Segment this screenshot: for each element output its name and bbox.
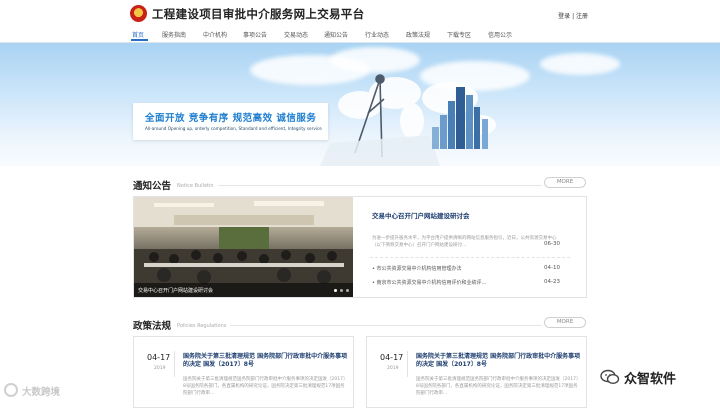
nav-item-service-guide[interactable]: 服务指南 <box>162 30 186 39</box>
notice-more-button[interactable]: MORE <box>544 177 586 188</box>
watermark-left: 大数跨境 <box>22 387 61 398</box>
wechat-icon <box>600 369 620 385</box>
nav-item-policies[interactable]: 政策法规 <box>406 30 430 39</box>
nav-item-matter-announcements[interactable]: 事项公告 <box>243 30 267 39</box>
carousel-dot-2[interactable] <box>340 289 343 292</box>
photo-caption-bar: 交易中心召开门户网站建设研讨会 <box>134 283 353 297</box>
policy-section-title: 政策法规 <box>133 321 172 332</box>
banner-slogan: 全面开放 竞争有序 规范高效 诚信服务 <box>145 113 317 124</box>
policy-title[interactable]: 国务院关于第三批清理规范 国务院部门行政审批中介服务事项的决定 国发〔2017〕… <box>183 353 351 369</box>
watermark-right: 众智软件 <box>598 363 704 391</box>
policy-year: 2019 <box>154 366 166 371</box>
policy-section-line <box>230 325 542 326</box>
nav-item-industry-news[interactable]: 行业动态 <box>365 30 389 39</box>
policy-date: 04-17 <box>147 353 171 362</box>
banner-slogan-sub: All-around Opening up, orderly competiti… <box>145 126 322 131</box>
nav-item-downloads[interactable]: 下载专区 <box>447 30 471 39</box>
policy-year: 2019 <box>387 366 399 371</box>
policy-divider <box>407 351 408 377</box>
nav-item-home[interactable]: 首页 <box>132 30 144 39</box>
watermark-right-text: 众智软件 <box>624 372 677 387</box>
policy-section-subtitle: Policies Regulations <box>177 323 227 329</box>
policy-excerpt: 国务院关于第三批清理规范国务院部门行政审批中介服务事项的决定国发〔2017〕8号… <box>183 377 348 396</box>
featured-notice-date: 06-30 <box>544 241 560 247</box>
nav-active-indicator <box>131 39 148 41</box>
policy-title[interactable]: 国务院关于第三批清理规范 国务院部门行政审批中介服务事项的决定 国发〔2017〕… <box>416 353 584 369</box>
slogan-box: 全面开放 竞争有序 规范高效 诚信服务 All-around Opening u… <box>133 103 328 140</box>
policy-card[interactable]: 04-17 2019 国务院关于第三批清理规范 国务院部门行政审批中介服务事项的… <box>366 336 587 408</box>
nav-item-agencies[interactable]: 中介机构 <box>203 30 227 39</box>
meeting-photo-image <box>134 197 353 297</box>
photo-caption: 交易中心召开门户网站建设研讨会 <box>138 288 214 294</box>
nav-item-trade-news[interactable]: 交易动态 <box>284 30 308 39</box>
policy-excerpt: 国务院关于第三批清理规范国务院部门行政审批中介服务事项的决定国发〔2017〕8号… <box>416 377 581 396</box>
site-title[interactable]: 工程建设项目审批中介服务网上交易平台 <box>152 6 364 22</box>
notice-separator <box>370 257 570 258</box>
notice-list-item[interactable]: • 市公共资源交易中介机构信用管理办法 <box>372 265 462 272</box>
banner-illustration <box>320 74 496 166</box>
notice-section-subtitle: Notice Bulletin <box>177 183 214 189</box>
nav-item-credit-disclosure[interactable]: 信用公示 <box>488 30 512 39</box>
main-nav: 首页 服务指南 中介机构 事项公告 交易动态 通知公告 行业动态 政策法规 下载… <box>0 28 720 42</box>
policy-divider <box>174 351 175 377</box>
featured-notice-title[interactable]: 交易中心召开门户网站建设研讨会 <box>372 210 470 220</box>
login-register-links[interactable]: 登录 | 注册 <box>558 11 588 20</box>
notice-section-line <box>218 185 542 186</box>
notice-list-date: 04-10 <box>544 265 560 271</box>
notice-panel: 交易中心召开门户网站建设研讨会 交易中心召开门户网站建设研讨会 为进一步提升服务… <box>133 196 587 298</box>
site-header: 工程建设项目审批中介服务网上交易平台 登录 | 注册 <box>0 0 720 28</box>
hero-banner: 全面开放 竞争有序 规范高效 诚信服务 All-around Opening u… <box>0 43 720 166</box>
nav-item-notices[interactable]: 通知公告 <box>324 30 348 39</box>
notice-section-title: 通知公告 <box>133 181 172 192</box>
policy-date: 04-17 <box>380 353 404 362</box>
policy-card[interactable]: 04-17 2019 国务院关于第三批清理规范 国务院部门行政审批中介服务事项的… <box>133 336 354 408</box>
carousel-dot-3[interactable] <box>346 289 349 292</box>
notice-list-item[interactable]: • 南京市公共资源交易中介机构信用评价和业绩评… <box>372 279 487 286</box>
carousel-dot-1[interactable] <box>334 289 337 292</box>
national-emblem-icon <box>130 5 147 22</box>
notice-list-date: 04-23 <box>544 279 560 285</box>
featured-notice-desc: 为进一步提升服务水平，为平台用户提供清晰的网站信息服务指引，近日，公共资源交易中… <box>372 236 557 248</box>
watermark-logo-icon <box>4 383 18 397</box>
policy-more-button[interactable]: MORE <box>544 317 586 328</box>
news-photo[interactable]: 交易中心召开门户网站建设研讨会 <box>134 197 353 297</box>
